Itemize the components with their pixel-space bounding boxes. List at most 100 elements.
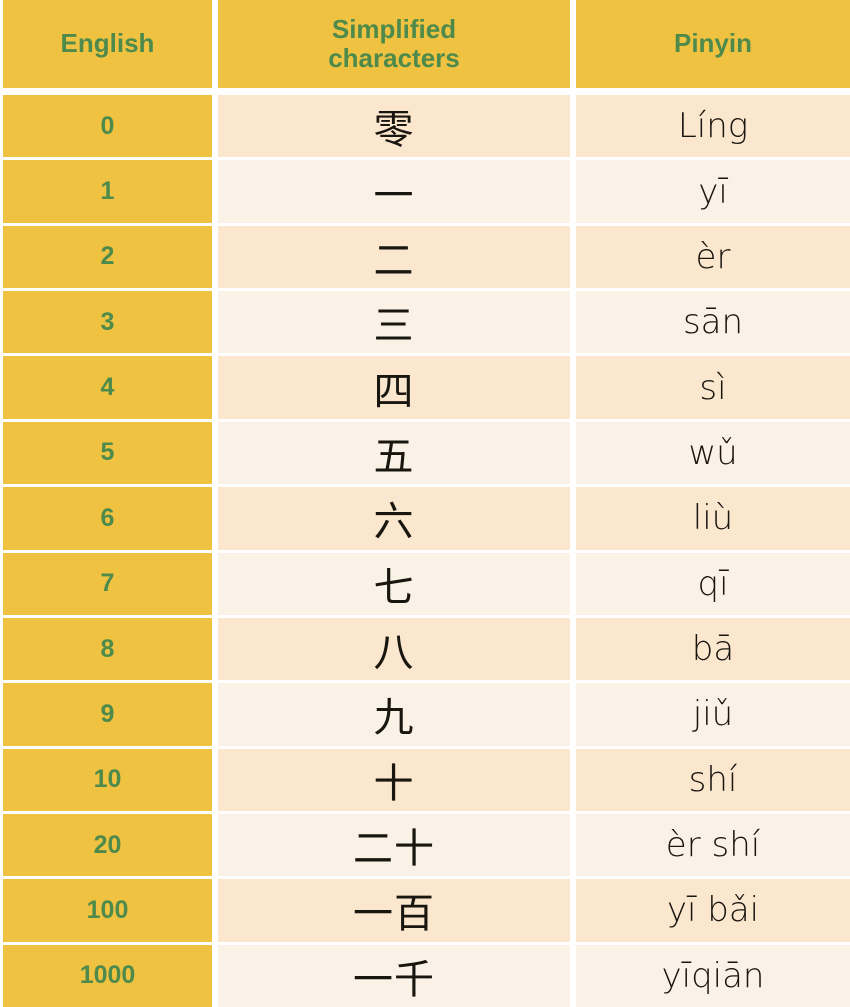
cell-simplified-value: 一百 [353, 891, 435, 938]
cell-simplified: 七 [218, 552, 570, 615]
cell-english-value: 1000 [79, 961, 136, 990]
cell-pinyin: jiǔ [576, 683, 850, 746]
cell-pinyin: yīqiān [576, 944, 850, 1007]
cell-simplified-value: 十 [373, 760, 415, 807]
cell-pinyin-value: liù [692, 498, 734, 539]
cell-pinyin-value: jiǔ [692, 694, 734, 735]
table-row: 3 三 sān [0, 291, 850, 354]
cell-simplified-value: 九 [373, 695, 415, 742]
column-header-english: English [3, 0, 212, 88]
cell-simplified: 五 [218, 421, 570, 485]
cell-pinyin-value: qī [697, 563, 729, 604]
cell-english-value: 4 [100, 373, 115, 402]
cell-simplified: 一百 [218, 879, 570, 942]
column-header-pinyin-label: Pinyin [673, 28, 752, 59]
cell-pinyin: yī bǎi [576, 879, 850, 942]
cell-english: 7 [3, 552, 212, 615]
cell-pinyin: wǔ [576, 421, 850, 485]
cell-simplified-value: 零 [373, 107, 415, 154]
cell-pinyin-value: shí [688, 759, 738, 800]
cell-pinyin-value: sān [682, 302, 744, 343]
table-row: 8 八 bā [0, 617, 850, 681]
cell-pinyin: sān [576, 291, 850, 354]
cell-simplified: 二 [218, 225, 570, 289]
table-row: 10 十 shí [0, 748, 850, 811]
cell-simplified: 十 [218, 748, 570, 811]
cell-simplified-value: 二十 [353, 826, 435, 873]
table-body: 0 零 Líng 1 一 yī 2 二 èr 3 三 sān 4 四 sì 5 … [0, 95, 850, 1007]
cell-english: 1000 [3, 944, 212, 1007]
cell-pinyin-value: èr [695, 236, 731, 277]
cell-english-value: 8 [100, 634, 115, 663]
cell-simplified: 一 [218, 160, 570, 223]
cell-simplified-value: 一 [373, 172, 415, 219]
column-header-simplified-characters-label: Simplified characters [328, 14, 460, 73]
cell-english: 0 [3, 95, 212, 158]
cell-english: 10 [3, 748, 212, 811]
cell-simplified-value: 五 [373, 433, 415, 480]
table-row: 0 零 Líng [0, 95, 850, 158]
table-row: 9 九 jiǔ [0, 683, 850, 746]
cell-simplified: 八 [218, 617, 570, 681]
cell-english: 2 [3, 225, 212, 289]
cell-english-value: 6 [100, 503, 115, 532]
chinese-numbers-table: English Simplified characters Pinyin 0 零… [0, 0, 850, 1007]
table-row: 7 七 qī [0, 552, 850, 615]
cell-simplified: 九 [218, 683, 570, 746]
table-row: 1 一 yī [0, 160, 850, 223]
cell-english: 20 [3, 813, 212, 877]
cell-pinyin-value: sì [699, 367, 727, 408]
column-header-pinyin: Pinyin [576, 0, 850, 88]
cell-english-value: 10 [93, 765, 122, 794]
cell-english-value: 0 [100, 111, 115, 140]
cell-pinyin: èr shí [576, 813, 850, 877]
cell-english: 3 [3, 291, 212, 354]
table-header-row: English Simplified characters Pinyin [0, 0, 850, 88]
table-row: 5 五 wǔ [0, 421, 850, 485]
cell-simplified-value: 二 [373, 237, 415, 284]
cell-simplified-value: 四 [373, 368, 415, 415]
cell-simplified: 三 [218, 291, 570, 354]
column-header-simplified-line2: characters [328, 43, 460, 73]
cell-simplified-value: 八 [373, 630, 415, 677]
cell-english: 9 [3, 683, 212, 746]
cell-pinyin: liù [576, 487, 850, 550]
cell-simplified: 一千 [218, 944, 570, 1007]
cell-pinyin: Líng [576, 95, 850, 158]
cell-pinyin: sì [576, 356, 850, 419]
cell-pinyin-value: Líng [677, 106, 749, 147]
cell-english-value: 1 [100, 177, 115, 206]
table-row: 20 二十 èr shí [0, 813, 850, 877]
cell-simplified: 二十 [218, 813, 570, 877]
cell-pinyin-value: wǔ [688, 432, 738, 473]
cell-simplified: 六 [218, 487, 570, 550]
cell-pinyin: yī [576, 160, 850, 223]
cell-simplified-value: 三 [373, 303, 415, 350]
cell-pinyin-value: yīqiān [661, 955, 765, 996]
cell-simplified-value: 一千 [353, 956, 435, 1003]
cell-english-value: 7 [100, 569, 115, 598]
cell-pinyin: èr [576, 225, 850, 289]
cell-pinyin: qī [576, 552, 850, 615]
cell-english-value: 20 [93, 830, 122, 859]
cell-english-value: 3 [100, 307, 115, 336]
table-row: 2 二 èr [0, 225, 850, 289]
cell-pinyin-value: bā [691, 629, 735, 670]
table-row: 4 四 sì [0, 356, 850, 419]
cell-english-value: 9 [100, 699, 115, 728]
cell-simplified: 四 [218, 356, 570, 419]
cell-simplified: 零 [218, 95, 570, 158]
cell-english: 100 [3, 879, 212, 942]
cell-simplified-value: 六 [373, 499, 415, 546]
table-row: 100 一百 yī bǎi [0, 879, 850, 942]
table-row: 6 六 liù [0, 487, 850, 550]
cell-simplified-value: 七 [373, 564, 415, 611]
column-header-simplified-characters: Simplified characters [218, 0, 570, 88]
cell-english-value: 5 [100, 438, 115, 467]
cell-pinyin-value: yī [698, 171, 728, 212]
table-row: 1000 一千 yīqiān [0, 944, 850, 1007]
cell-pinyin: bā [576, 617, 850, 681]
cell-english: 4 [3, 356, 212, 419]
cell-english: 8 [3, 617, 212, 681]
cell-english-value: 100 [86, 895, 129, 924]
